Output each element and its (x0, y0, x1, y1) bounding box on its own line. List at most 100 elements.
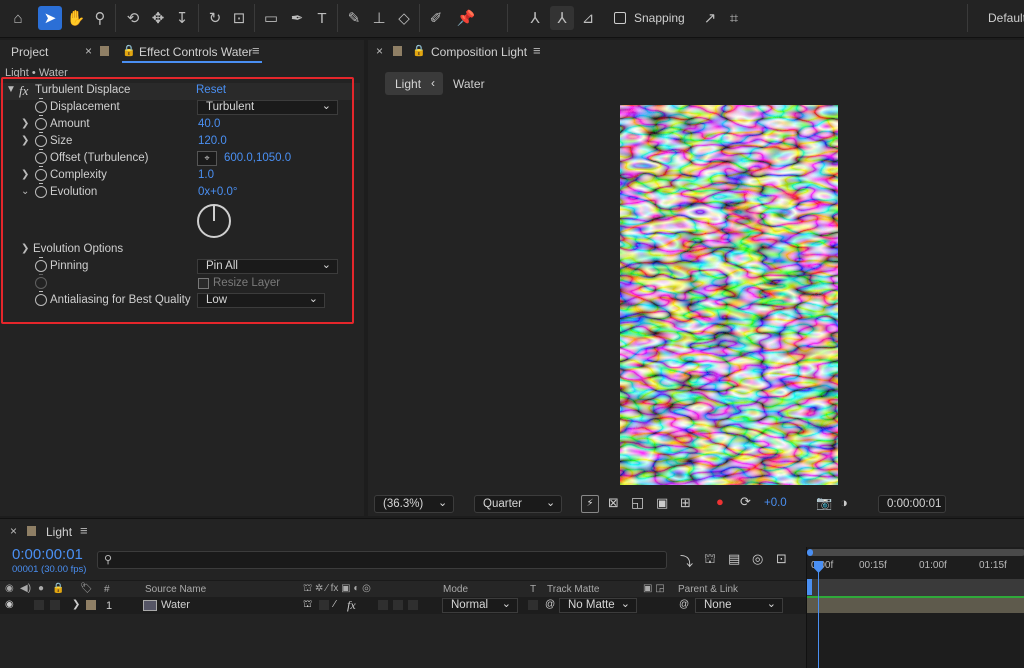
track-matte-dropdown[interactable]: No Matte ⌄ (559, 598, 637, 613)
snap-grid-icon[interactable]: ⌗ (722, 6, 746, 30)
region-of-interest-icon[interactable]: ▣ (656, 495, 668, 511)
dolly-camera-icon[interactable]: ↧ (170, 6, 194, 30)
chevron-down-icon: ⌄ (766, 598, 776, 610)
pickwhip-icon[interactable]: @ (679, 599, 689, 610)
layer-duration-bar[interactable] (807, 597, 1024, 613)
brush-tool-icon[interactable]: ✎ (342, 6, 366, 30)
audio-toggle[interactable] (34, 600, 44, 610)
clone-stamp-tool-icon[interactable]: ⊥ (367, 6, 391, 30)
axis-view-icon[interactable]: ⊿ (576, 6, 600, 30)
snapping-label: Snapping (634, 11, 685, 25)
collapse-toggle[interactable] (319, 600, 329, 610)
graph-editor-icon[interactable]: ⊡ (776, 551, 787, 567)
layer-row[interactable]: ◉ ❯ 1 Water ⛫ ⁄ fx Normal ⌄ @ No Matte ⌄ @… (0, 597, 806, 614)
eraser-tool-icon[interactable]: ◇ (392, 6, 416, 30)
layer-label-color[interactable] (86, 600, 96, 610)
effect-controls-panel: Project × 🔒 Effect Controls Water ≡ Ligh… (0, 40, 364, 516)
close-icon[interactable]: × (376, 44, 383, 58)
work-area-start-handle[interactable] (807, 549, 813, 556)
preserve-transparency-toggle[interactable] (528, 600, 538, 610)
lock-icon[interactable]: 🔒 (122, 44, 136, 57)
work-area-bar[interactable] (809, 549, 1024, 556)
toolbar: ⌂ ➤ ✋ ⚲ ⟲ ✥ ↧ ↻ ⊡ ▭ ✒ T ✎ ⊥ ◇ ✐ 📌 ⅄ ⅄ ⊿ … (0, 0, 1024, 38)
tab-project[interactable]: Project (11, 45, 48, 59)
rotation-tool-icon[interactable]: ↻ (203, 6, 227, 30)
channels-icon[interactable]: ● (716, 494, 724, 509)
mask-visibility-icon[interactable]: ◱ (631, 494, 644, 511)
show-snapshot-icon[interactable]: ◑ (840, 495, 848, 510)
rectangle-tool-icon[interactable]: ▭ (259, 6, 283, 30)
fx-icon[interactable]: fx (347, 598, 356, 613)
shy-icon[interactable]: ⛫ (303, 599, 312, 612)
anchor-point-tool-icon[interactable]: ⊡ (227, 6, 251, 30)
snapping-checkbox[interactable] (614, 12, 626, 24)
layer-search-input[interactable]: ⚲ (97, 551, 667, 569)
quality-icon[interactable]: ⁄ (334, 599, 336, 610)
solo-toggle[interactable] (50, 600, 60, 610)
motion-blur-icon[interactable]: ◎ (752, 551, 763, 567)
timecode-field[interactable]: 0:00:00:01 (878, 495, 946, 513)
workspace-default[interactable]: Default (988, 11, 1024, 25)
selection-tool-icon[interactable]: ➤ (38, 6, 62, 30)
exposure-value[interactable]: +0.0 (764, 497, 787, 509)
roto-brush-tool-icon[interactable]: ✐ (424, 6, 448, 30)
guides-icon[interactable]: ⊞ (680, 495, 691, 511)
frame-info: 00001 (30.00 fps) (12, 564, 87, 575)
zoom-tool-icon[interactable]: ⚲ (88, 6, 112, 30)
adjustment-toggle[interactable] (408, 600, 418, 610)
matte-link-icon[interactable]: @ (545, 599, 555, 610)
timeline-area[interactable]: 0:00f 00:15f 01:00f 01:15f (806, 547, 1024, 668)
frame-blend-toggle[interactable] (378, 600, 388, 610)
close-icon[interactable]: × (10, 524, 17, 538)
chevron-down-icon: ⌄ (438, 497, 448, 509)
type-tool-icon[interactable]: T (310, 6, 334, 30)
eye-icon: ◉ (5, 583, 14, 594)
visibility-eye-icon[interactable]: ◉ (5, 599, 14, 610)
search-icon: ⚲ (104, 554, 113, 566)
hand-tool-icon[interactable]: ✋ (64, 6, 88, 30)
transparency-grid-icon[interactable]: ⊠ (608, 495, 619, 511)
tab-composition[interactable]: Composition Light (431, 45, 527, 59)
fast-preview-icon[interactable]: ⚡ (581, 495, 599, 513)
current-time[interactable]: 0:00:00:01 (12, 546, 83, 563)
close-icon[interactable]: × (85, 44, 92, 58)
chevron-down-icon: ⌄ (546, 497, 556, 509)
home-icon[interactable]: ⌂ (6, 6, 30, 30)
audio-icon: ◀) (20, 583, 32, 594)
layer-name[interactable]: Water (161, 599, 190, 611)
comp-start-marker (807, 579, 812, 595)
puppet-pin-tool-icon[interactable]: 📌 (454, 6, 478, 30)
label-tag-icon: 🏷 (80, 583, 93, 594)
layer-in-out-line (807, 596, 1024, 598)
frame-blending-icon[interactable]: ▤ (728, 551, 740, 567)
parent-dropdown[interactable]: None ⌄ (695, 598, 783, 613)
reset-exposure-icon[interactable]: ⟳ (740, 494, 751, 510)
snap-edges-icon[interactable]: ↗ (698, 6, 722, 30)
motion-blur-toggle[interactable] (393, 600, 403, 610)
resolution-dropdown[interactable]: Quarter ⌄ (474, 495, 562, 513)
panel-menu-icon[interactable]: ≡ (252, 43, 260, 58)
axis-local-icon[interactable]: ⅄ (523, 6, 547, 30)
mode-dropdown[interactable]: Normal ⌄ (442, 598, 518, 613)
playhead-line[interactable] (818, 571, 819, 668)
camera-snapshot-icon[interactable]: 📷 (816, 495, 832, 511)
zoom-dropdown[interactable]: (36.3%) ⌄ (374, 495, 454, 513)
timeline-panel: × Light ≡ 0:00:00:01 00001 (30.00 fps) ⚲… (0, 518, 1024, 668)
panel-menu-icon[interactable]: ≡ (80, 523, 88, 538)
pen-tool-icon[interactable]: ✒ (285, 6, 309, 30)
tab-effect-controls[interactable]: Effect Controls Water (139, 45, 252, 59)
panel-menu-icon[interactable]: ≡ (533, 43, 541, 58)
comp-mini-flowchart-icon[interactable]: ⤵ (680, 551, 693, 570)
axis-world-icon[interactable]: ⅄ (550, 6, 574, 30)
highlight-box (1, 77, 354, 324)
breadcrumb-water[interactable]: Water (453, 77, 485, 91)
orbit-camera-icon[interactable]: ⟲ (121, 6, 145, 30)
breadcrumb-light[interactable]: Light ‹ (385, 72, 443, 95)
pan-camera-icon[interactable]: ✥ (146, 6, 170, 30)
chevron-right-icon[interactable]: ❯ (72, 599, 80, 610)
composition-viewer-turbulent-water[interactable] (620, 105, 838, 485)
solo-icon: ● (38, 583, 45, 594)
lock-icon[interactable]: 🔒 (412, 44, 426, 57)
tab-timeline-light[interactable]: Light (46, 525, 72, 539)
draft-3d-icon[interactable]: ⛫ (704, 551, 716, 569)
